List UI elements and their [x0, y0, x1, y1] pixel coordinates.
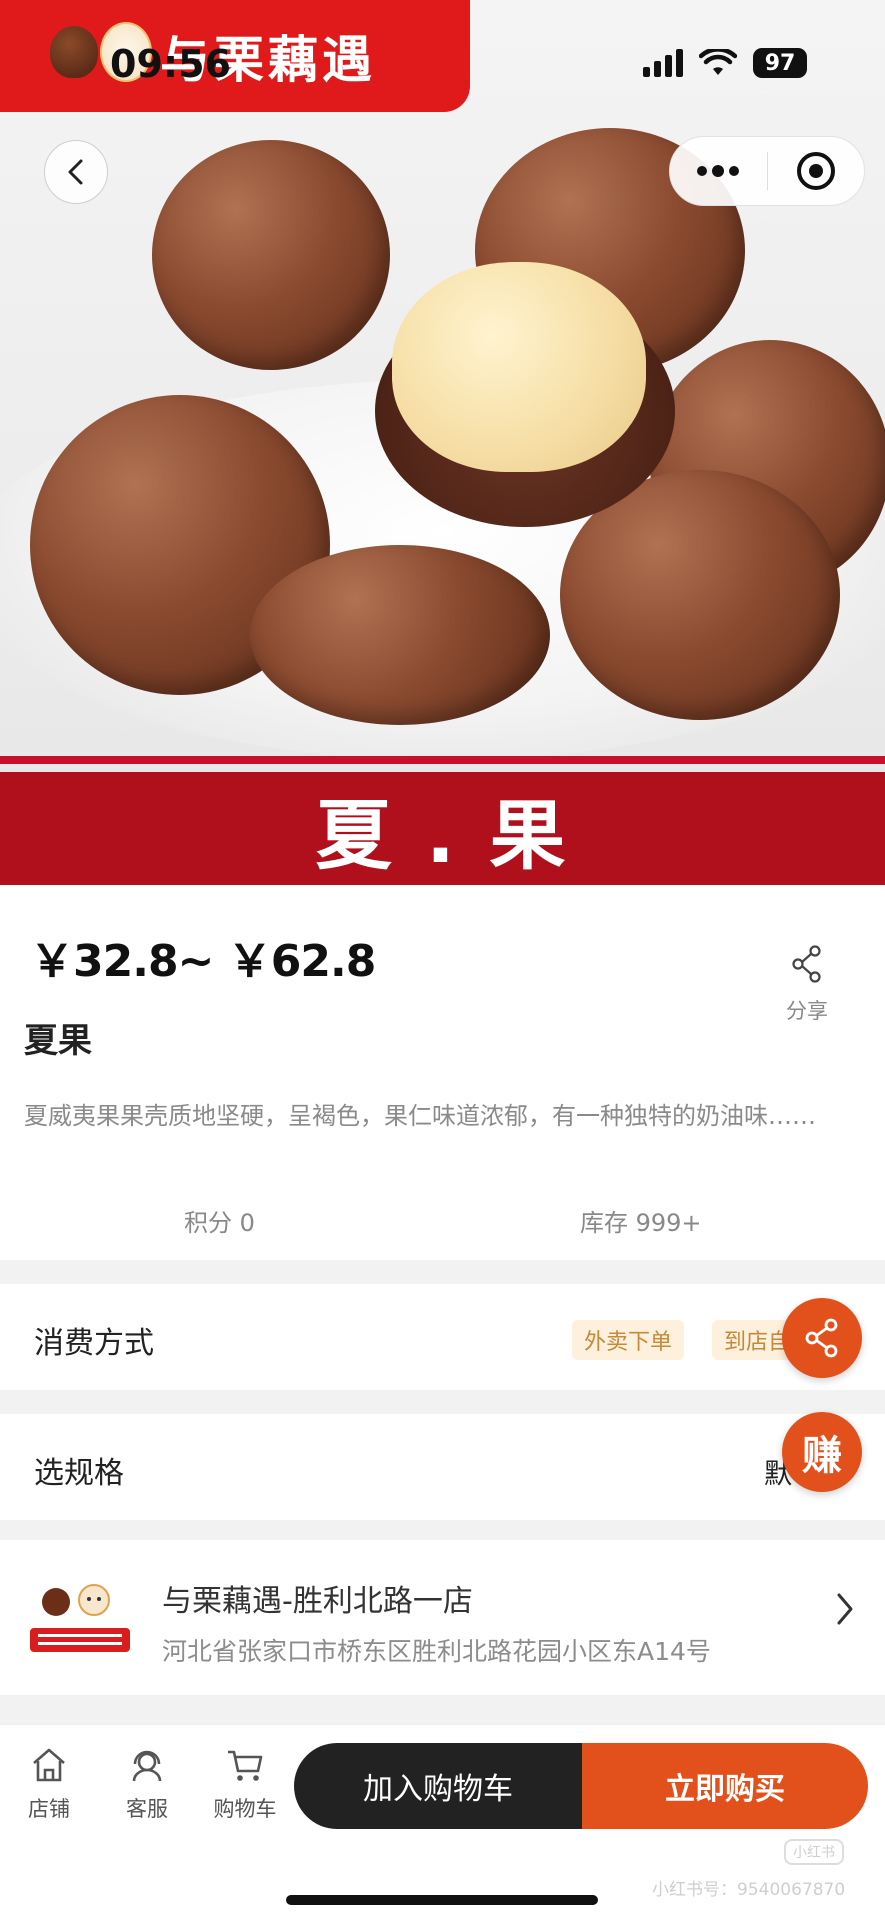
- floating-share-button[interactable]: [782, 1298, 862, 1378]
- chevron-left-icon: [68, 159, 83, 185]
- product-hero-image: 夏 . 果: [0, 0, 885, 885]
- status-icons: 97: [643, 48, 807, 78]
- share-icon: [805, 1318, 838, 1358]
- store-logo: [30, 1584, 130, 1652]
- share-button[interactable]: 分享: [772, 945, 842, 1025]
- store-name: 与栗藕遇-胜利北路一店: [162, 1584, 473, 1619]
- watermark-badge: 小红书: [784, 1839, 844, 1865]
- product-info-card: ￥32.8~ ￥62.8 分享 夏果 夏威夷果果壳质地坚硬，呈褐色，果仁味道浓郁…: [0, 885, 885, 1260]
- back-button[interactable]: [44, 140, 108, 204]
- home-indicator[interactable]: [286, 1895, 598, 1905]
- select-spec-row[interactable]: 选规格 默: [0, 1414, 885, 1520]
- price-range: ￥32.8~ ￥62.8: [30, 936, 376, 987]
- option-delivery[interactable]: 外卖下单: [572, 1320, 685, 1360]
- wifi-icon: [699, 49, 737, 75]
- product-title: 夏果: [24, 1021, 92, 1061]
- tab-store[interactable]: 店铺: [4, 1747, 94, 1823]
- cart-icon: [228, 1750, 263, 1781]
- store-icon: [33, 1748, 65, 1782]
- tab-customer-service[interactable]: 客服: [102, 1747, 192, 1823]
- store-address: 河北省张家口市桥东区胜利北路花园小区东A14号: [162, 1637, 711, 1666]
- watermark-text: 小红书号：9540067870: [652, 1880, 846, 1900]
- buy-now-button[interactable]: 立即购买: [582, 1743, 868, 1829]
- stock-value: 库存 999+: [580, 1209, 702, 1237]
- tab-cart[interactable]: 购物车: [200, 1747, 290, 1823]
- nut-graphic: [250, 545, 550, 725]
- earn-button[interactable]: 赚: [782, 1412, 862, 1492]
- chevron-right-icon: [837, 1593, 853, 1625]
- points-value: 积分 0: [184, 1209, 255, 1237]
- tab-customer-service-label: 客服: [126, 1797, 168, 1821]
- brand-header: 与栗藕遇: [0, 0, 470, 112]
- customer-service-icon: [132, 1750, 162, 1782]
- chestnut-mascot-icon: [50, 26, 98, 78]
- target-close-icon: [796, 152, 835, 190]
- hero-banner-stripe: [0, 756, 885, 764]
- more-dots-icon: [697, 165, 740, 177]
- consumption-method-label: 消费方式: [34, 1326, 154, 1361]
- nut-graphic: [152, 140, 390, 370]
- share-icon: [792, 945, 821, 983]
- store-row[interactable]: 与栗藕遇-胜利北路一店 河北省张家口市桥东区胜利北路花园小区东A14号: [0, 1540, 885, 1695]
- tab-store-label: 店铺: [28, 1797, 70, 1821]
- signal-icon: [643, 49, 683, 77]
- hero-banner-text: 夏 . 果: [315, 790, 570, 880]
- status-time: 09:56: [110, 42, 231, 86]
- kernel-graphic: [392, 262, 646, 472]
- bottom-action-bar: 店铺 客服 购物车 加入购物车 立即购买 小红书 小红书号：9540067870: [0, 1724, 885, 1919]
- miniprogram-capsule: [669, 136, 865, 206]
- tab-cart-label: 购物车: [213, 1797, 277, 1821]
- close-miniprogram-button[interactable]: [768, 150, 865, 192]
- hero-banner: 夏 . 果: [0, 772, 885, 885]
- add-to-cart-button[interactable]: 加入购物车: [294, 1743, 582, 1829]
- battery-indicator: 97: [753, 48, 807, 78]
- product-description: 夏威夷果果壳质地坚硬，呈褐色，果仁味道浓郁，有一种独特的奶油味……: [24, 1102, 816, 1130]
- more-button[interactable]: [670, 165, 767, 177]
- consumption-method-row: 消费方式 外卖下单 到店自: [0, 1284, 885, 1390]
- select-spec-label: 选规格: [34, 1456, 124, 1491]
- share-label: 分享: [786, 999, 828, 1023]
